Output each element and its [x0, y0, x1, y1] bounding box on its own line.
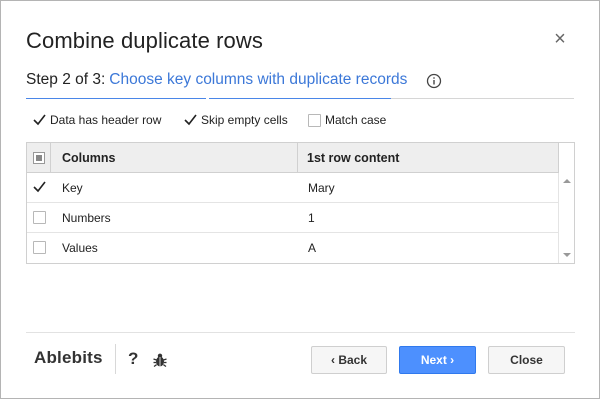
step-indicator: Step 2 of 3: Choose key columns with dupl… — [26, 71, 407, 89]
scroll-up-arrow-icon[interactable] — [563, 179, 571, 183]
row-first-content: 1 — [308, 211, 315, 225]
row-checkbox[interactable] — [33, 241, 46, 254]
row-column-name: Numbers — [62, 211, 111, 225]
table-row[interactable]: Key Mary — [27, 173, 558, 203]
header-row-checkbox[interactable] — [33, 113, 46, 127]
table-row[interactable]: Numbers 1 — [27, 203, 558, 233]
row-column-name: Key — [62, 181, 83, 195]
skip-empty-label: Skip empty cells — [201, 113, 288, 127]
match-case-label: Match case — [325, 113, 387, 127]
skip-empty-checkbox[interactable] — [184, 113, 197, 127]
footer-divider — [26, 332, 575, 333]
help-icon[interactable]: ? — [128, 349, 138, 369]
columns-header: Columns — [62, 151, 116, 165]
ablebits-logo: Ablebits — [34, 348, 103, 367]
grid-header: Columns 1st row content — [27, 143, 559, 173]
row-checkbox[interactable] — [33, 181, 46, 194]
table-row[interactable]: Values A — [27, 233, 558, 263]
back-button[interactable]: ‹ Back — [311, 346, 387, 374]
dialog-title: Combine duplicate rows — [26, 28, 263, 53]
row-first-content: Mary — [308, 181, 335, 195]
step-progress-3 — [391, 98, 574, 99]
first-row-header: 1st row content — [307, 151, 400, 165]
match-case-option[interactable]: Match case — [308, 113, 386, 127]
close-icon[interactable]: × — [550, 27, 570, 51]
next-button[interactable]: Next › — [399, 346, 476, 374]
step-progress-1 — [26, 98, 206, 99]
info-icon[interactable] — [426, 73, 442, 89]
scroll-down-arrow-icon[interactable] — [563, 253, 571, 257]
bug-icon[interactable] — [152, 352, 168, 368]
match-case-checkbox[interactable] — [308, 113, 321, 127]
step-number: Step 2 of 3: — [26, 71, 106, 88]
step-description: Choose key columns with duplicate record… — [109, 71, 408, 88]
columns-grid: Columns 1st row content Key Mary Numbers… — [26, 142, 575, 264]
step-progress-2 — [209, 98, 391, 99]
header-row-option[interactable]: Data has header row — [33, 113, 161, 127]
combine-duplicates-dialog: Combine duplicate rows × Step 2 of 3: Cho… — [0, 0, 600, 399]
row-checkbox[interactable] — [33, 211, 46, 224]
row-first-content: A — [308, 241, 317, 255]
skip-empty-option[interactable]: Skip empty cells — [184, 113, 288, 127]
header-row-label: Data has header row — [50, 113, 162, 127]
grid-rows: Key Mary Numbers 1 Values A — [27, 173, 558, 263]
select-all-checkbox[interactable] — [33, 152, 45, 164]
grid-scrollbar[interactable] — [558, 173, 574, 263]
row-column-name: Values — [62, 241, 98, 255]
footer-separator — [115, 344, 116, 374]
select-all-cell — [27, 143, 51, 173]
close-button[interactable]: Close — [488, 346, 565, 374]
